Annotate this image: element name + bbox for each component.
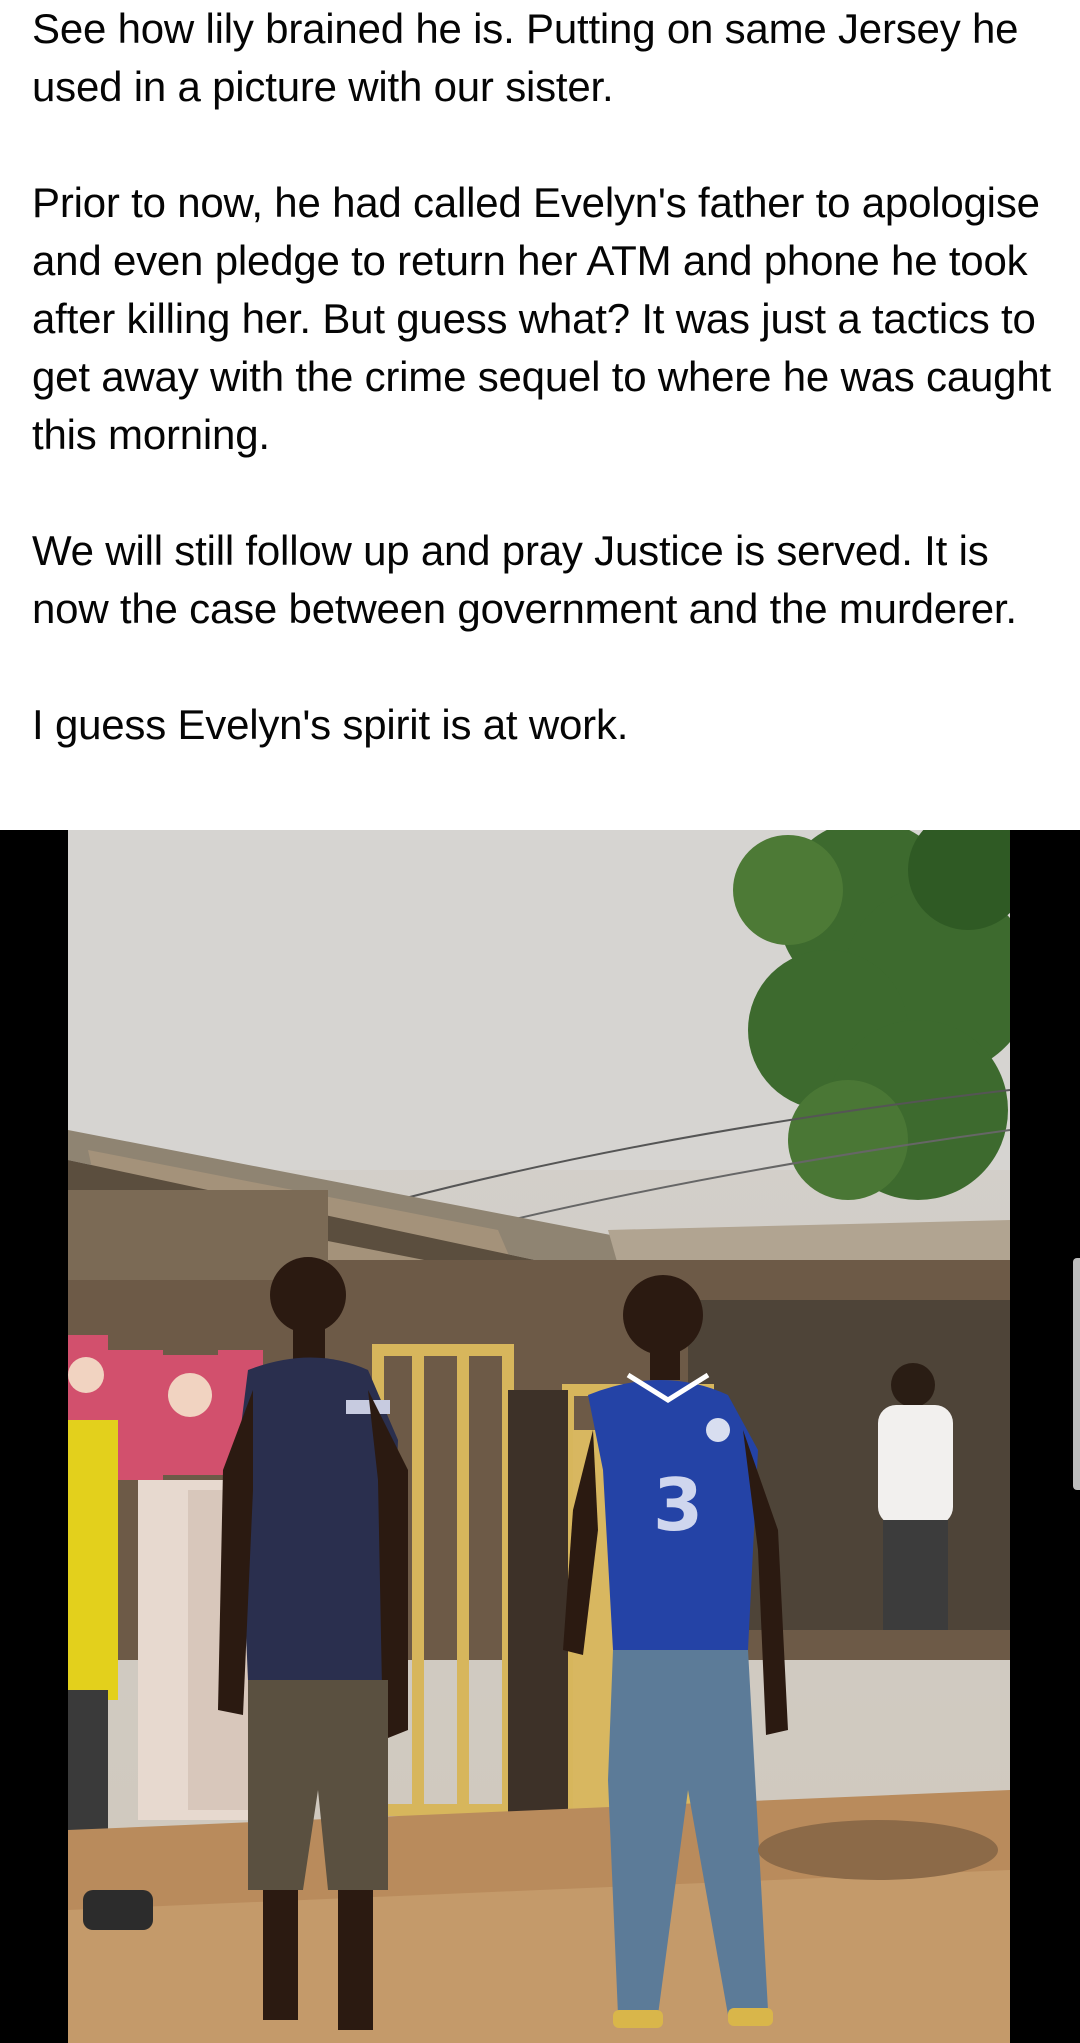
post-paragraph: I guess Evelyn's spirit is at work. <box>32 701 629 748</box>
post-paragraph: See how lily brained he is. Putting on s… <box>32 5 1019 110</box>
post-paragraph: We will still follow up and pray Justice… <box>32 527 1017 632</box>
scrollbar-handle[interactable] <box>1073 1258 1080 1490</box>
post-photo[interactable]: 3 <box>0 830 1080 2043</box>
street-scene-illustration: 3 <box>68 830 1010 2043</box>
post-paragraph: Prior to now, he had called Evelyn's fat… <box>32 179 1051 458</box>
post-body: See how lily brained he is. Putting on s… <box>32 0 1052 754</box>
photo-scene: 3 <box>68 830 1010 2043</box>
jersey-sponsor-number: 3 <box>653 1463 703 1547</box>
